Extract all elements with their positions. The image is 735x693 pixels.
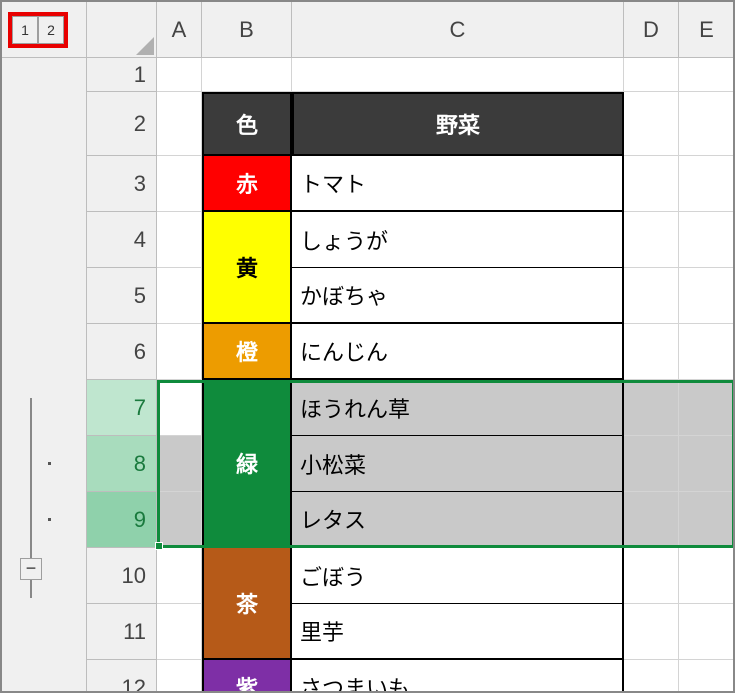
- veg-cell[interactable]: かぼちゃ: [292, 268, 624, 324]
- cell-blank[interactable]: [157, 380, 202, 436]
- row-header-2[interactable]: 2: [87, 92, 157, 156]
- grid-area: 色野菜赤トマト黄しょうがかぼちゃ橙にんじん緑ほうれん草小松菜レタス茶ごぼう里芋紫…: [157, 58, 733, 691]
- cell-blank[interactable]: [157, 548, 202, 604]
- cell-blank[interactable]: [679, 436, 735, 492]
- column-header-D[interactable]: D: [624, 2, 679, 58]
- cell-blank[interactable]: [679, 492, 735, 548]
- cell-blank[interactable]: [624, 268, 679, 324]
- cell-blank[interactable]: [624, 324, 679, 380]
- cell-blank[interactable]: [679, 604, 735, 660]
- veg-cell[interactable]: ほうれん草: [292, 380, 624, 436]
- cell-blank[interactable]: [157, 212, 202, 268]
- row-header-8[interactable]: 8: [87, 436, 157, 492]
- cell-blank[interactable]: [679, 58, 735, 92]
- row-header-4[interactable]: 4: [87, 212, 157, 268]
- outline-level-buttons: 1 2: [8, 12, 68, 48]
- select-all-corner[interactable]: [87, 2, 157, 58]
- row-header-3[interactable]: 3: [87, 156, 157, 212]
- cell-blank[interactable]: [679, 156, 735, 212]
- row-header-7[interactable]: 7: [87, 380, 157, 436]
- color-cell-黄[interactable]: 黄: [202, 212, 292, 324]
- outline-dot-icon: [48, 518, 51, 521]
- cell-blank[interactable]: [624, 492, 679, 548]
- cell-blank[interactable]: [624, 436, 679, 492]
- veg-cell[interactable]: ごぼう: [292, 548, 624, 604]
- veg-cell[interactable]: 小松菜: [292, 436, 624, 492]
- row-header-5[interactable]: 5: [87, 268, 157, 324]
- cell-blank[interactable]: [624, 92, 679, 156]
- veg-cell[interactable]: 里芋: [292, 604, 624, 660]
- column-header-C[interactable]: C: [292, 2, 624, 58]
- outline-level-1[interactable]: 1: [12, 16, 38, 44]
- cell-blank[interactable]: [157, 324, 202, 380]
- cell-blank[interactable]: [624, 156, 679, 212]
- veg-cell[interactable]: レタス: [292, 492, 624, 548]
- cell-blank[interactable]: [624, 660, 679, 693]
- row-header-6[interactable]: 6: [87, 324, 157, 380]
- column-header-B[interactable]: B: [202, 2, 292, 58]
- row-header-10[interactable]: 10: [87, 548, 157, 604]
- outline-dot-icon: [48, 462, 51, 465]
- column-header-A[interactable]: A: [157, 2, 202, 58]
- row-header-12[interactable]: 12: [87, 660, 157, 693]
- veg-cell[interactable]: にんじん: [292, 324, 624, 380]
- cell-blank[interactable]: [157, 58, 202, 92]
- cell-blank[interactable]: [157, 492, 202, 548]
- cell-blank[interactable]: [679, 92, 735, 156]
- cell-blank[interactable]: [679, 268, 735, 324]
- cell-blank[interactable]: [679, 324, 735, 380]
- cell-blank[interactable]: [292, 58, 624, 92]
- cell-blank[interactable]: [624, 380, 679, 436]
- excel-window: 1 2 − ABCDE 123456789101112 色野菜赤トマト黄しょうが…: [0, 0, 735, 693]
- cell-blank[interactable]: [157, 156, 202, 212]
- cell-blank[interactable]: [624, 548, 679, 604]
- header-color[interactable]: 色: [202, 92, 292, 156]
- cell-blank[interactable]: [679, 660, 735, 693]
- color-cell-茶[interactable]: 茶: [202, 548, 292, 660]
- cell-blank[interactable]: [679, 380, 735, 436]
- cell-blank[interactable]: [624, 604, 679, 660]
- cell-blank[interactable]: [624, 58, 679, 92]
- color-cell-紫[interactable]: 紫: [202, 660, 292, 693]
- veg-cell[interactable]: さつまいも: [292, 660, 624, 693]
- color-cell-橙[interactable]: 橙: [202, 324, 292, 380]
- color-cell-赤[interactable]: 赤: [202, 156, 292, 212]
- cell-blank[interactable]: [157, 660, 202, 693]
- header-veg[interactable]: 野菜: [292, 92, 624, 156]
- outline-gutter: −: [2, 58, 87, 691]
- column-header-E[interactable]: E: [679, 2, 735, 58]
- cell-blank[interactable]: [157, 92, 202, 156]
- color-cell-緑[interactable]: 緑: [202, 380, 292, 548]
- cell-blank[interactable]: [679, 548, 735, 604]
- cell-blank[interactable]: [202, 58, 292, 92]
- veg-cell[interactable]: トマト: [292, 156, 624, 212]
- outline-collapse-button[interactable]: −: [20, 558, 42, 580]
- cell-blank[interactable]: [157, 436, 202, 492]
- row-header-11[interactable]: 11: [87, 604, 157, 660]
- cell-blank[interactable]: [157, 604, 202, 660]
- cell-blank[interactable]: [157, 268, 202, 324]
- cell-blank[interactable]: [679, 212, 735, 268]
- cell-blank[interactable]: [624, 212, 679, 268]
- row-header-9[interactable]: 9: [87, 492, 157, 548]
- veg-cell[interactable]: しょうが: [292, 212, 624, 268]
- outline-level-2[interactable]: 2: [38, 16, 64, 44]
- row-header-1[interactable]: 1: [87, 58, 157, 92]
